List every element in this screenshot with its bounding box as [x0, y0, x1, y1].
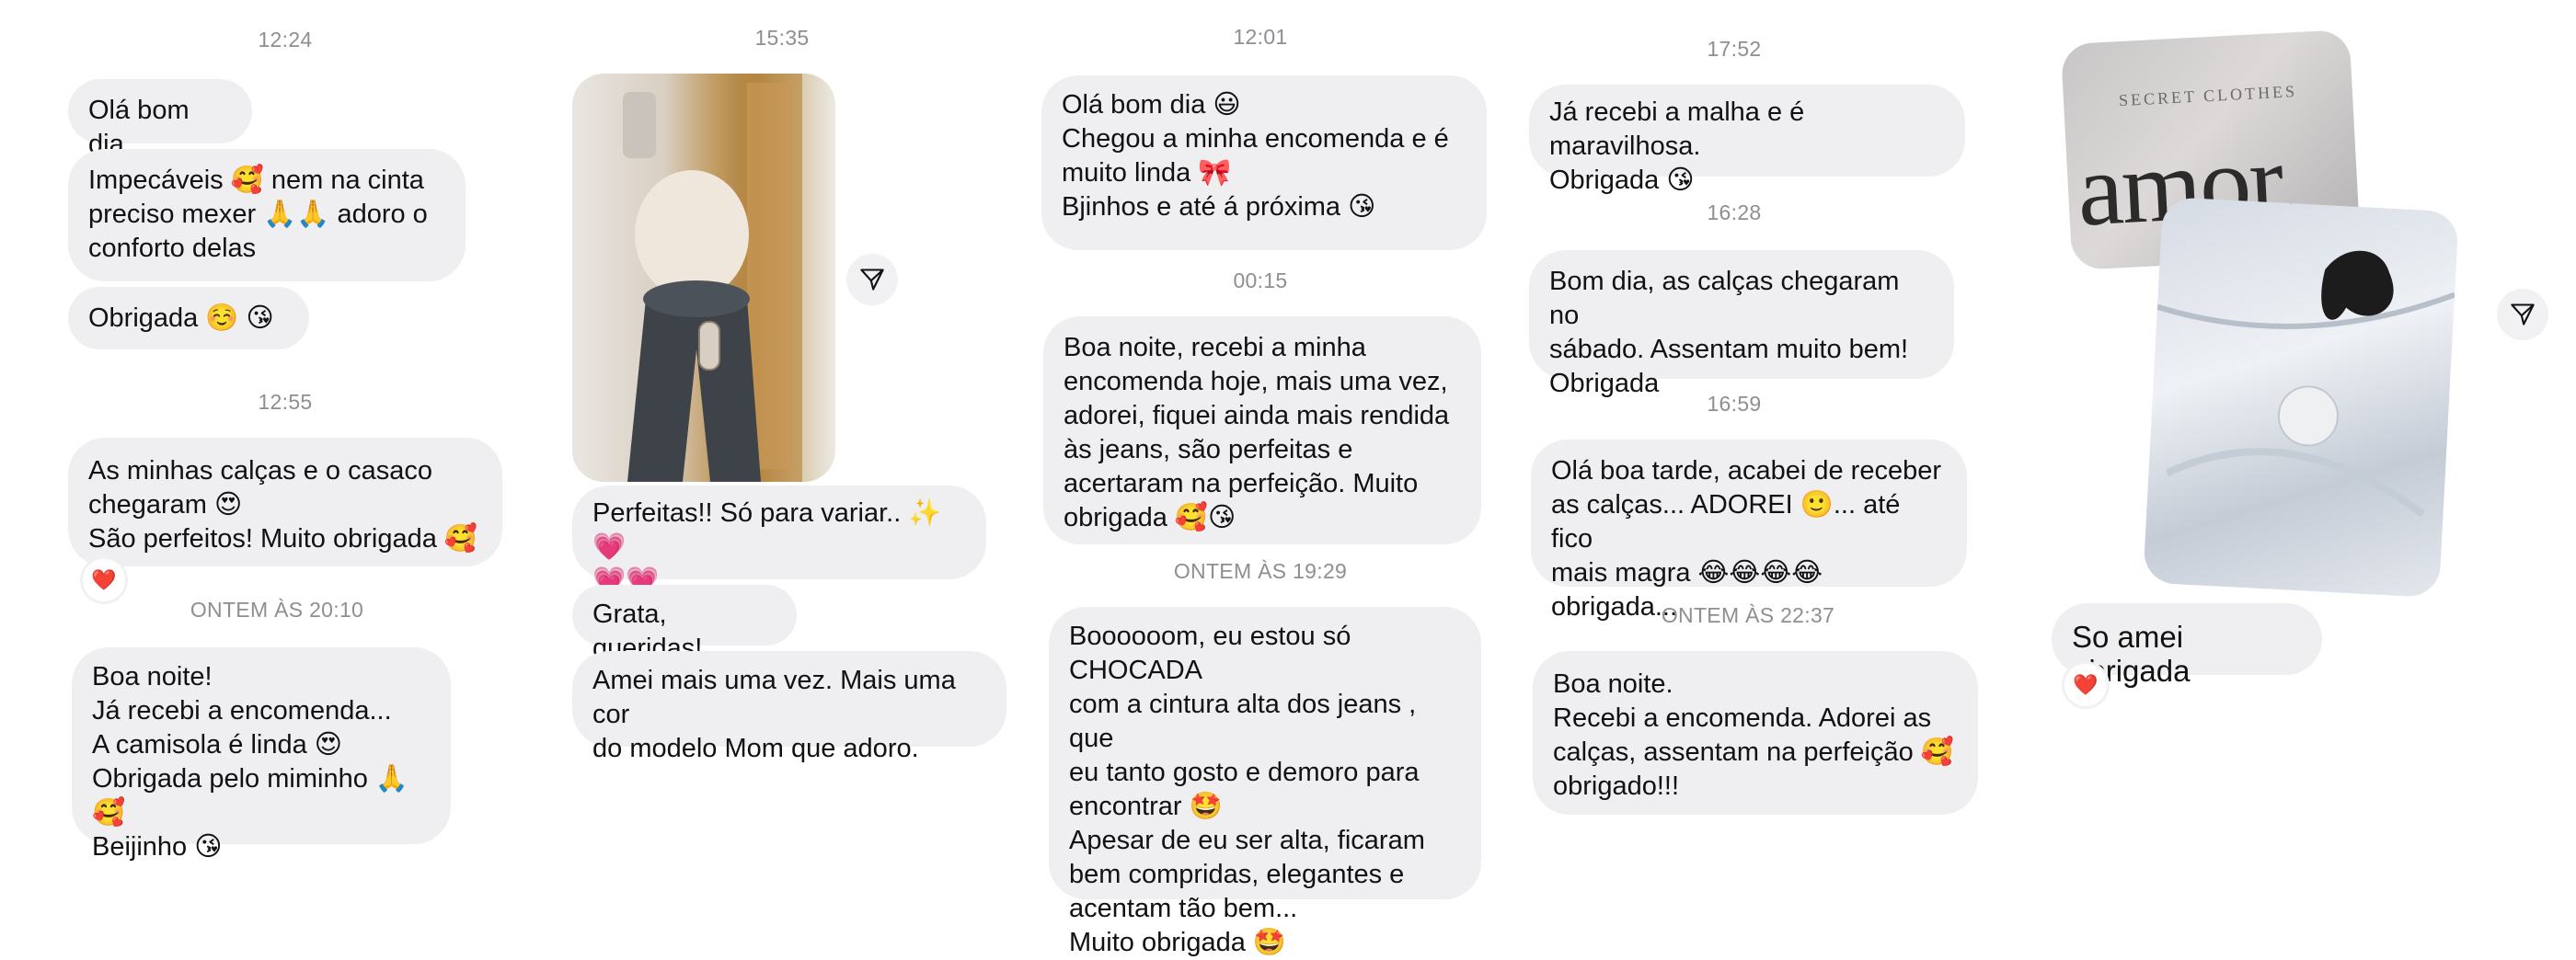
timestamp: 12:01	[1233, 25, 1288, 49]
message-bubble[interactable]: Boa noite, recebi a minha encomenda hoje…	[1043, 316, 1481, 544]
heart-reaction[interactable]: ❤️	[83, 559, 125, 601]
photo-message[interactable]	[2143, 196, 2459, 599]
timestamp: 12:24	[258, 28, 313, 51]
share-button[interactable]	[846, 254, 898, 305]
box-brand-text: SECRET CLOTHES	[2118, 82, 2298, 110]
timestamp: 00:15	[1233, 269, 1288, 292]
share-button[interactable]	[2497, 289, 2548, 340]
message-bubble[interactable]: Olá bom dia	[68, 79, 252, 159]
timestamp: 12:55	[258, 390, 313, 414]
chat-column-5: SECRET CLOTHES amor. So amei obrigada ❤️	[2006, 0, 2576, 920]
timestamp: ONTEM ÀS 19:29	[1173, 559, 1348, 583]
timestamp: ONTEM ÀS 20:10	[190, 598, 364, 622]
chat-column-1: 12:24 Olá bom dia Impecáveis 🥰 nem na ci…	[0, 0, 515, 920]
heart-icon: ❤️	[2073, 673, 2099, 696]
timestamp: 15:35	[754, 26, 810, 50]
message-bubble[interactable]: Bom dia, as calças chegaram no sábado. A…	[1529, 250, 1954, 398]
message-bubble[interactable]: Grata, queridas!	[572, 585, 797, 663]
heart-icon: ❤️	[91, 568, 117, 591]
message-bubble[interactable]: Impecáveis 🥰 nem na cinta preciso mexer …	[68, 149, 466, 281]
timestamp: 16:59	[1707, 392, 1762, 416]
timestamp: ONTEM ÀS 22:37	[1661, 603, 1835, 627]
message-bubble[interactable]: Boooooom, eu estou só CHOCADA com a cint…	[1049, 607, 1481, 957]
message-bubble[interactable]: As minhas calças e o casaco chegaram 😍 S…	[68, 438, 502, 566]
timestamp: 16:28	[1707, 200, 1762, 224]
message-bubble[interactable]: Perfeitas!! Só para variar.. ✨ 💗 💗💗	[572, 486, 986, 596]
timestamp: 17:52	[1707, 37, 1762, 61]
message-bubble[interactable]: Boa noite! Já recebi a encomenda... A ca…	[72, 647, 451, 862]
photo-message[interactable]	[572, 74, 835, 482]
send-icon	[2511, 303, 2535, 326]
chat-column-3: 12:01 Olá bom dia 😃 Chegou a minha encom…	[1030, 0, 1509, 957]
message-bubble[interactable]: Boa noite. Recebi a encomenda. Adorei as…	[1533, 651, 1978, 815]
message-bubble[interactable]: Obrigada ☺️ 😘	[68, 287, 309, 349]
message-bubble[interactable]: Já recebi a malha e é maravilhosa. Obrig…	[1529, 85, 1965, 195]
package-image	[2156, 250, 2456, 518]
message-bubble[interactable]: Olá boa tarde, acabei de receber as calç…	[1531, 440, 1967, 622]
send-icon	[860, 269, 884, 291]
chat-column-4: 17:52 Já recebi a malha e é maravilhosa.…	[1509, 0, 2006, 920]
chat-column-2: 15:35 Perfeitas!! Só para variar.. ✨ 💗 💗…	[552, 0, 1030, 920]
message-bubble[interactable]: Amei mais uma vez. Mais uma cor do model…	[572, 651, 1006, 763]
message-bubble[interactable]: Olá bom dia 😃 Chegou a minha encomenda e…	[1041, 75, 1487, 250]
heart-reaction[interactable]: ❤️	[2064, 664, 2107, 706]
mirror-selfie-image	[623, 74, 802, 482]
